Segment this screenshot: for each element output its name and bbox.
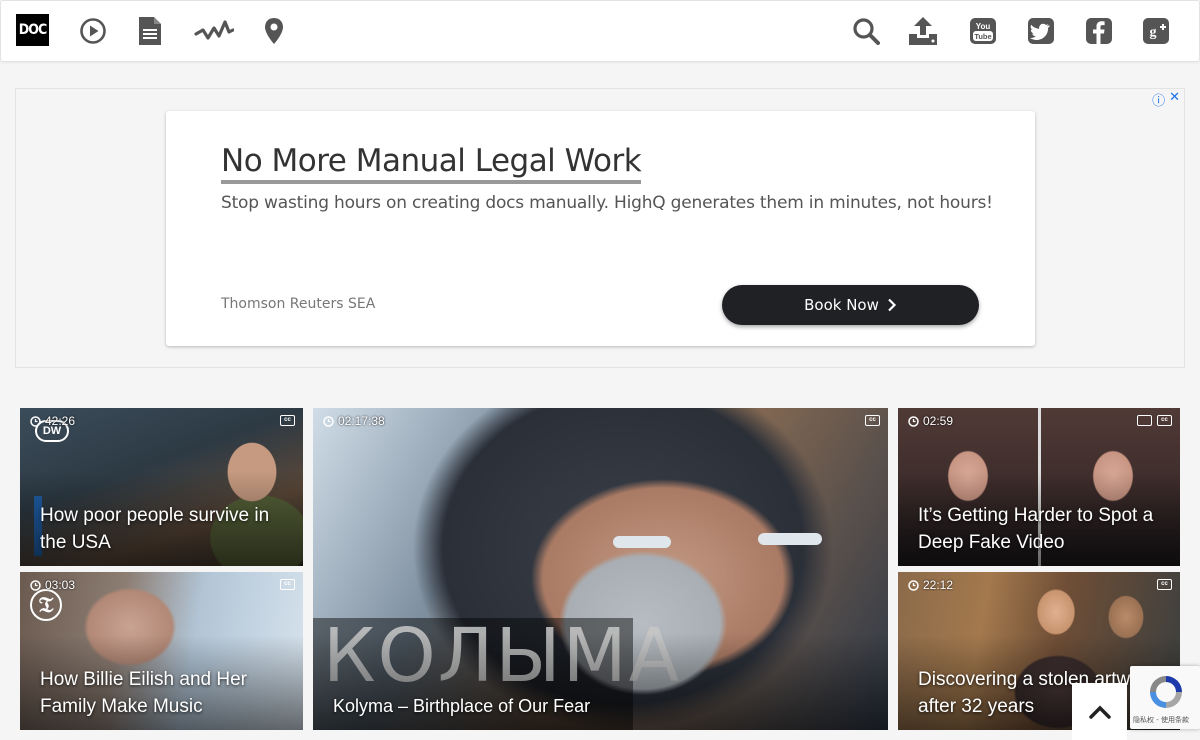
ad-description: Stop wasting hours on creating docs manu… (221, 193, 993, 213)
duration-text: 22:12 (923, 578, 954, 592)
hd-icon (1137, 415, 1152, 426)
youtube-icon[interactable]: You Tube (967, 15, 999, 47)
video-tile[interactable]: DW 42:26 cc How poor people survive in t… (20, 408, 303, 566)
video-duration: 02:59 (908, 414, 953, 428)
chevron-right-icon (888, 298, 896, 312)
captions-icon: cc (1157, 415, 1172, 426)
video-tile-featured[interactable]: КОЛЫМА 02:17:38 cc Kolyma – Birthplace o… (313, 408, 888, 730)
duration-text: 02:17:38 (338, 414, 385, 428)
video-duration: 42:26 (30, 414, 75, 428)
captions-icon: cc (280, 579, 295, 590)
ad-title[interactable]: No More Manual Legal Work (221, 143, 642, 184)
ad-info-icon[interactable]: ⓘ (1152, 90, 1165, 109)
location-icon[interactable] (258, 15, 290, 47)
video-duration: 02:17:38 (323, 414, 385, 428)
video-tile[interactable]: 02:59 cc It’s Getting Harder to Spot a D… (898, 408, 1180, 566)
frost-brow-right (758, 533, 822, 545)
ad-choices[interactable]: ⓘ ✕ (1152, 90, 1180, 109)
clock-icon (908, 579, 919, 591)
site-logo[interactable]: DOC (16, 14, 49, 46)
clock-icon (323, 415, 334, 427)
video-title[interactable]: How Billie Eilish and Her Family Make Mu… (40, 666, 289, 720)
facebook-icon[interactable] (1083, 15, 1115, 47)
top-navigation-bar: DOC You Tube g (0, 0, 1200, 62)
video-tile[interactable]: 𝔗 03:03 cc How Billie Eilish and Her Fam… (20, 572, 303, 730)
duration-text: 42:26 (45, 414, 76, 428)
nyt-logo-icon: 𝔗 (30, 589, 62, 621)
video-title[interactable]: Discovering a stolen artwork after 32 ye… (918, 666, 1166, 720)
video-title[interactable]: It’s Getting Harder to Spot a Deep Fake … (918, 502, 1166, 556)
search-icon[interactable] (850, 15, 882, 47)
book-now-button[interactable]: Book Now (722, 285, 979, 325)
play-icon[interactable] (77, 15, 109, 47)
video-duration: 03:03 (30, 578, 75, 592)
captions-icon: cc (865, 415, 880, 426)
duration-text: 02:59 (923, 414, 954, 428)
advertisement-container: ⓘ ✕ No More Manual Legal Work Stop wasti… (15, 88, 1185, 368)
ad-close-icon[interactable]: ✕ (1169, 90, 1180, 109)
svg-text:You: You (976, 22, 991, 31)
twitter-icon[interactable] (1025, 15, 1057, 47)
captions-icon: cc (280, 415, 295, 426)
scroll-to-top-button[interactable] (1072, 683, 1127, 740)
document-icon[interactable] (134, 15, 166, 47)
chevron-up-icon (1088, 705, 1111, 719)
captions-icon: cc (1157, 579, 1172, 590)
clock-icon (30, 415, 41, 427)
clock-icon (908, 415, 919, 427)
frost-brow-left (613, 536, 671, 548)
video-title[interactable]: How poor people survive in the USA (40, 502, 289, 556)
svg-text:Tube: Tube (974, 32, 991, 41)
video-duration: 22:12 (908, 578, 953, 592)
book-now-label: Book Now (804, 296, 879, 314)
ad-sponsor: Thomson Reuters SEA (221, 296, 376, 312)
svg-text:g: g (1150, 25, 1157, 40)
google-plus-icon[interactable]: g (1140, 15, 1172, 47)
upload-icon[interactable] (907, 15, 939, 47)
duration-text: 03:03 (45, 578, 76, 592)
recaptcha-logo-icon (1150, 676, 1182, 708)
recaptcha-badge[interactable]: 隐私权 - 使用条款 (1130, 666, 1200, 729)
activity-icon[interactable] (193, 15, 235, 47)
clock-icon (30, 579, 41, 591)
recaptcha-footer[interactable]: 隐私权 - 使用条款 (1133, 715, 1189, 725)
video-title[interactable]: Kolyma – Birthplace of Our Fear (333, 693, 874, 720)
ad-card[interactable]: No More Manual Legal Work Stop wasting h… (166, 111, 1035, 346)
